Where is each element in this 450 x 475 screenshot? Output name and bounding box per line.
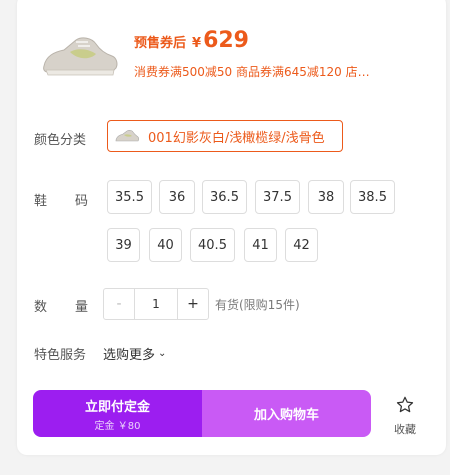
service-selector[interactable]: 选购更多 ⌄ [103, 344, 166, 363]
size-option[interactable]: 41 [244, 228, 277, 262]
quantity-input[interactable]: 1 [134, 289, 178, 319]
size-option[interactable]: 40.5 [190, 228, 235, 262]
favorite-button[interactable]: 收藏 [389, 395, 421, 437]
deposit-amount: 定金 ￥80 [94, 420, 141, 432]
size-option[interactable]: 36.5 [202, 180, 247, 214]
price-row: 预售券后 ¥ 629 [134, 28, 249, 56]
add-to-cart-button[interactable]: 加入购物车 [202, 390, 371, 437]
quantity-plus-button[interactable]: + [178, 289, 208, 319]
quantity-stepper: - 1 + [103, 288, 209, 320]
currency-symbol: ¥ [192, 36, 202, 51]
size-option[interactable]: 37.5 [255, 180, 300, 214]
quantity-minus-button[interactable]: - [104, 289, 134, 319]
pay-deposit-label: 立即付定金 [84, 399, 150, 415]
color-option-selected[interactable]: 001幻影灰白/浅橄榄绿/浅骨色 [107, 120, 343, 152]
size-label: 鞋码 [34, 194, 117, 209]
size-option[interactable]: 39 [107, 228, 140, 262]
stock-status: 有货(限购15件) [215, 298, 300, 312]
size-option[interactable]: 38.5 [350, 180, 395, 214]
price-value: 629 [203, 28, 249, 53]
size-option[interactable]: 40 [149, 228, 182, 262]
action-bar: 立即付定金 定金 ￥80 加入购物车 [33, 390, 371, 437]
size-option[interactable]: 38 [308, 180, 344, 214]
product-image [43, 37, 118, 76]
coupon-info: 消费券满500减50 商品券满645减120 店… [134, 65, 370, 79]
service-label: 特色服务 [34, 348, 87, 363]
favorite-label: 收藏 [394, 423, 416, 436]
color-label: 颜色分类 [34, 133, 87, 148]
pay-deposit-button[interactable]: 立即付定金 定金 ￥80 [33, 390, 202, 437]
star-icon [396, 396, 414, 413]
color-thumbnail-icon [115, 130, 140, 142]
size-option[interactable]: 42 [285, 228, 318, 262]
service-value: 选购更多 [103, 348, 156, 363]
size-option[interactable]: 35.5 [107, 180, 152, 214]
price-label: 预售券后 [134, 36, 187, 51]
color-option-label: 001幻影灰白/浅橄榄绿/浅骨色 [148, 130, 325, 146]
chevron-down-icon: ⌄ [158, 348, 167, 359]
size-option[interactable]: 36 [159, 180, 195, 214]
